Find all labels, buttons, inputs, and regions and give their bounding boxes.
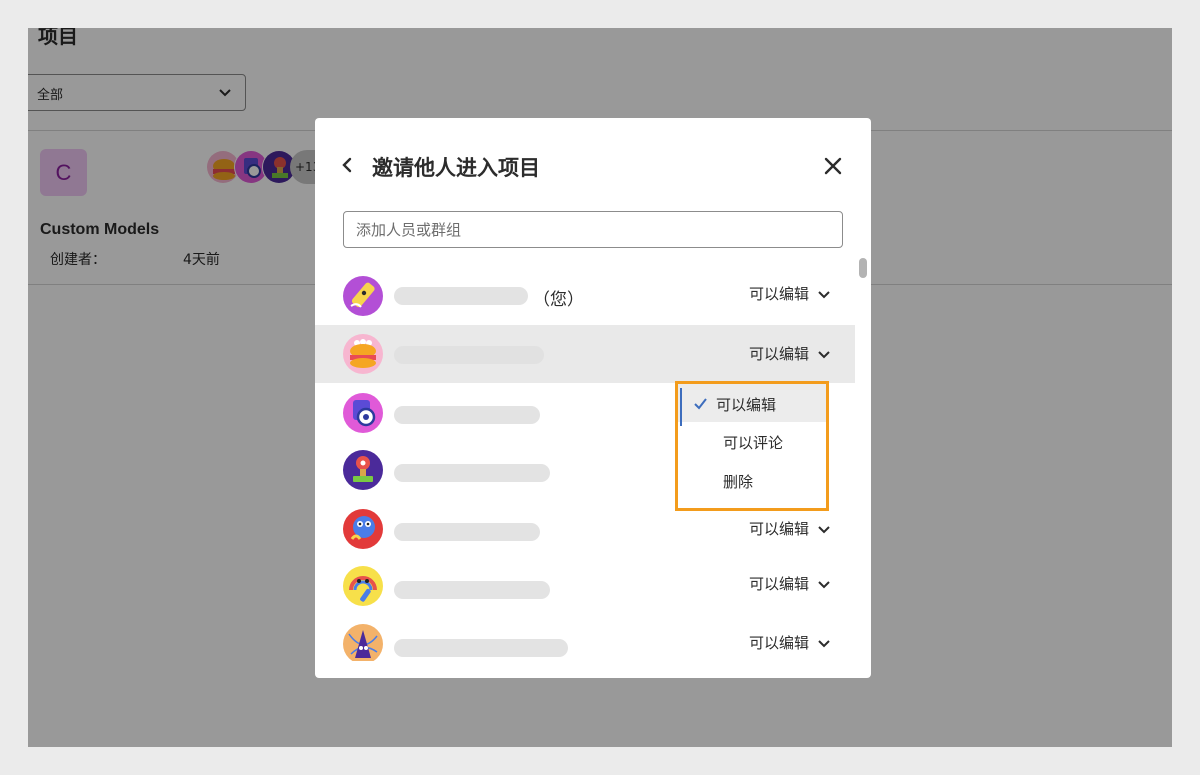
add-people-input[interactable] [343, 211, 843, 248]
list-item: 可以编辑 [315, 617, 855, 661]
menu-item-label: 可以编辑 [716, 396, 777, 414]
member-name-redacted [394, 523, 540, 541]
member-name-redacted [394, 464, 550, 482]
permission-label: 可以编辑 [748, 285, 809, 303]
rainbow-brush-icon [343, 566, 383, 606]
permission-label: 可以编辑 [748, 634, 809, 652]
close-icon[interactable] [821, 154, 845, 178]
member-name-redacted [394, 346, 544, 364]
list-item: 可以编辑 [315, 559, 855, 617]
chevron-down-icon [818, 290, 830, 298]
chevron-down-icon [818, 525, 830, 533]
permission-dropdown[interactable]: 可以编辑 [749, 343, 831, 364]
member-name-redacted [394, 406, 540, 424]
back-arrow-icon[interactable] [337, 154, 359, 176]
pencil-character-icon [343, 276, 383, 316]
burger-character-icon [343, 334, 383, 374]
stamp-character-icon [343, 450, 383, 490]
chevron-down-icon [818, 639, 830, 647]
triangle-character-icon [343, 624, 383, 661]
member-name-redacted [394, 581, 550, 599]
menu-item-can-comment[interactable]: 可以评论 [678, 426, 826, 464]
permission-dropdown[interactable]: 可以编辑 [749, 573, 831, 594]
menu-item-label: 删除 [723, 473, 754, 491]
dialog-title: 邀请他人进入项目 [372, 156, 540, 180]
scrollbar-thumb[interactable] [859, 258, 867, 278]
you-label: （您） [533, 290, 584, 310]
list-item: 可以编辑 [315, 325, 855, 383]
permission-label: 可以编辑 [748, 520, 809, 538]
member-name-redacted [394, 287, 528, 305]
menu-item-label: 可以评论 [723, 434, 784, 452]
list-item: （您） 可以编辑 [315, 266, 855, 324]
permission-dropdown[interactable]: 可以编辑 [749, 632, 831, 653]
chevron-down-icon [818, 580, 830, 588]
selected-indicator [680, 388, 682, 426]
permission-dropdown[interactable]: 可以编辑 [749, 283, 831, 304]
permission-menu: 可以编辑 可以评论 删除 [675, 381, 829, 511]
permission-dropdown[interactable]: 可以编辑 [749, 518, 831, 539]
magnifier-character-icon [343, 393, 383, 433]
member-name-redacted [394, 639, 568, 657]
menu-item-can-edit[interactable]: 可以编辑 [678, 384, 826, 426]
chevron-down-icon [818, 350, 830, 358]
permission-label: 可以编辑 [748, 575, 809, 593]
blue-monster-icon [343, 509, 383, 549]
permission-label: 可以编辑 [748, 345, 809, 363]
scrollbar-track[interactable] [855, 254, 867, 660]
menu-item-remove[interactable]: 删除 [678, 465, 826, 503]
checkmark-icon [694, 398, 707, 410]
